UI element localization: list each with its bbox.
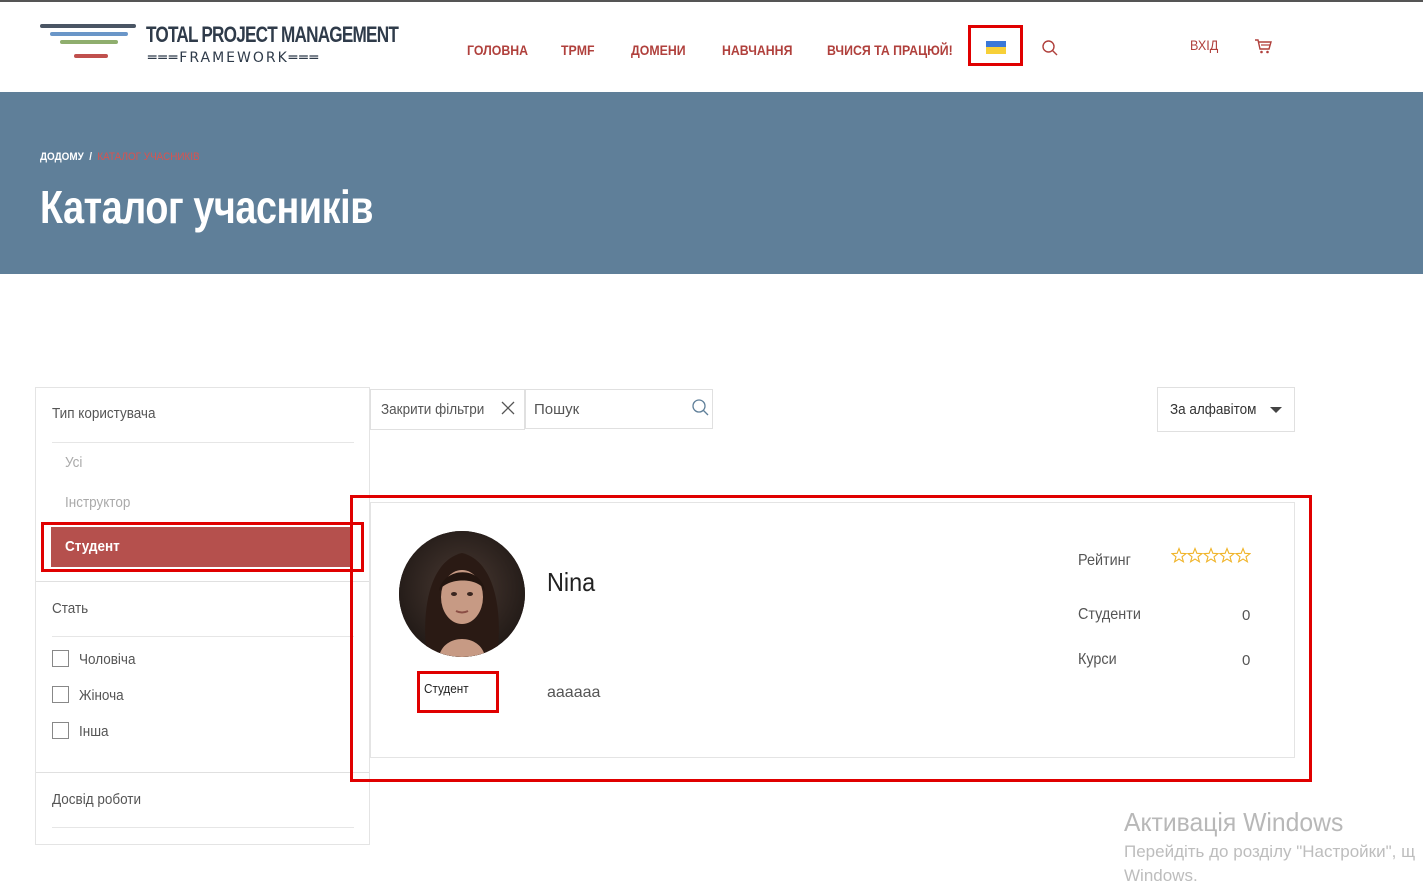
sort-selected-value: За алфавітом [1170,401,1257,418]
gender-male-label: Чоловіча [79,651,136,668]
nav-item-tpmf[interactable]: TPMF [561,42,595,58]
nav-item-learning[interactable]: НАВЧАННЯ [722,42,792,58]
windows-activation-line-2: Windows. [1124,866,1198,882]
gender-other-label: Інша [79,723,109,740]
search-input[interactable] [534,399,684,419]
role-badge-highlight [417,671,499,713]
breadcrumb-current: КАТАЛОГ УЧАСНИКІВ [97,151,200,163]
breadcrumb: ДОДОМУ / КАТАЛОГ УЧАСНИКІВ [40,151,200,163]
filter-user-type-title[interactable]: Тип користувача [52,405,155,422]
cart-icon[interactable] [1254,38,1272,54]
sort-select[interactable]: За алфавітом [1157,387,1295,432]
nav-item-learn-and-work[interactable]: ВЧИСЯ ТА ПРАЦЮЙ! [827,42,953,58]
search-icon[interactable] [690,398,712,418]
filter-sidebar: Тип користувача Усі Інструктор Студент С… [35,387,370,845]
filter-option-instructor[interactable]: Інструктор [65,494,130,511]
chevron-down-icon [1270,407,1282,413]
member-search [525,389,713,429]
gender-female-checkbox[interactable] [52,686,69,703]
gender-other-checkbox[interactable] [52,722,69,739]
ukraine-flag-icon[interactable] [986,41,1006,54]
logo-mark [40,24,136,64]
login-link[interactable]: ВХІД [1190,37,1218,53]
filter-option-all[interactable]: Усі [65,454,82,471]
gender-male-checkbox[interactable] [52,650,69,667]
logo-subtitle: ═══FRAMEWORK═══ [148,50,321,66]
nav-item-domains[interactable]: ДОМЕНИ [631,42,686,58]
search-icon[interactable] [1041,39,1059,57]
language-highlight [968,25,1023,66]
breadcrumb-home[interactable]: ДОДОМУ [40,151,84,163]
member-card-highlight [350,495,1312,782]
divider [36,772,369,773]
breadcrumb-separator: / [89,151,92,163]
site-header: TOTAL PROJECT MANAGEMENT ═══FRAMEWORK═══… [0,2,1423,92]
site-logo[interactable]: TOTAL PROJECT MANAGEMENT ═══FRAMEWORK═══ [40,22,399,68]
page-banner: ДОДОМУ / КАТАЛОГ УЧАСНИКІВ Каталог учасник… [0,92,1423,274]
close-icon [501,401,515,415]
logo-title: TOTAL PROJECT MANAGEMENT [146,22,399,47]
divider [52,636,354,637]
student-filter-highlight [41,522,364,572]
divider [36,581,369,582]
page-title: Каталог учасників [40,181,373,233]
filter-experience-title[interactable]: Досвід роботи [52,791,141,808]
nav-item-home[interactable]: ГОЛОВНА [467,42,528,58]
close-filters-button[interactable]: Закрити фільтри [370,389,525,430]
windows-activation-title: Активація Windows [1124,807,1344,837]
windows-activation-line: Перейдіть до розділу "Настройки", щ [1124,842,1416,861]
divider [52,442,354,443]
gender-female-label: Жіноча [79,687,124,704]
close-filters-label: Закрити фільтри [381,401,485,418]
filter-gender-title[interactable]: Стать [52,600,88,617]
divider [52,827,354,828]
